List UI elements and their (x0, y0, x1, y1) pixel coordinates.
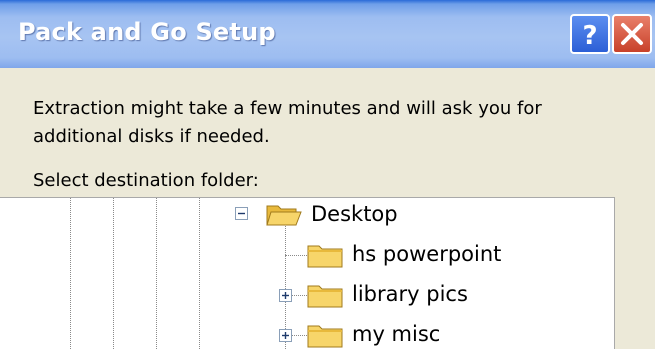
tree-item-my-misc[interactable]: my misc (352, 322, 440, 346)
tree-guide-line (113, 198, 114, 349)
folder-icon (307, 245, 343, 268)
tree-guide-line (70, 198, 71, 349)
plus-icon (282, 332, 289, 339)
help-button[interactable]: ? (570, 14, 610, 54)
folder-icon (307, 285, 343, 308)
close-button[interactable] (612, 14, 652, 54)
tree-item-library-pics[interactable]: library pics (352, 282, 468, 306)
tree-guide-line (156, 198, 157, 349)
expand-toggle[interactable] (279, 329, 292, 342)
folder-tree[interactable]: Desktop hs powerpoint library pics my mi… (0, 197, 615, 349)
help-glyph: ? (582, 21, 597, 51)
expand-toggle[interactable] (279, 289, 292, 302)
tree-item-desktop[interactable]: Desktop (311, 202, 398, 226)
tree-item-hs-powerpoint[interactable]: hs powerpoint (352, 242, 501, 266)
collapse-toggle[interactable] (235, 207, 248, 220)
message-line-1: Extraction might take a few minutes and … (33, 98, 542, 119)
window-title: Pack and Go Setup (18, 18, 276, 46)
folder-open-icon (266, 205, 302, 226)
tree-connector (285, 255, 307, 256)
minus-icon (238, 212, 245, 215)
title-bar[interactable]: Pack and Go Setup ? (0, 0, 655, 68)
close-icon (621, 23, 643, 45)
help-icon: ? (582, 21, 597, 51)
folder-icon (307, 325, 343, 348)
plus-icon (282, 292, 289, 299)
destination-prompt: Select destination folder: (33, 170, 259, 191)
message-line-2: additional disks if needed. (33, 126, 270, 147)
tree-guide-line (199, 198, 200, 349)
